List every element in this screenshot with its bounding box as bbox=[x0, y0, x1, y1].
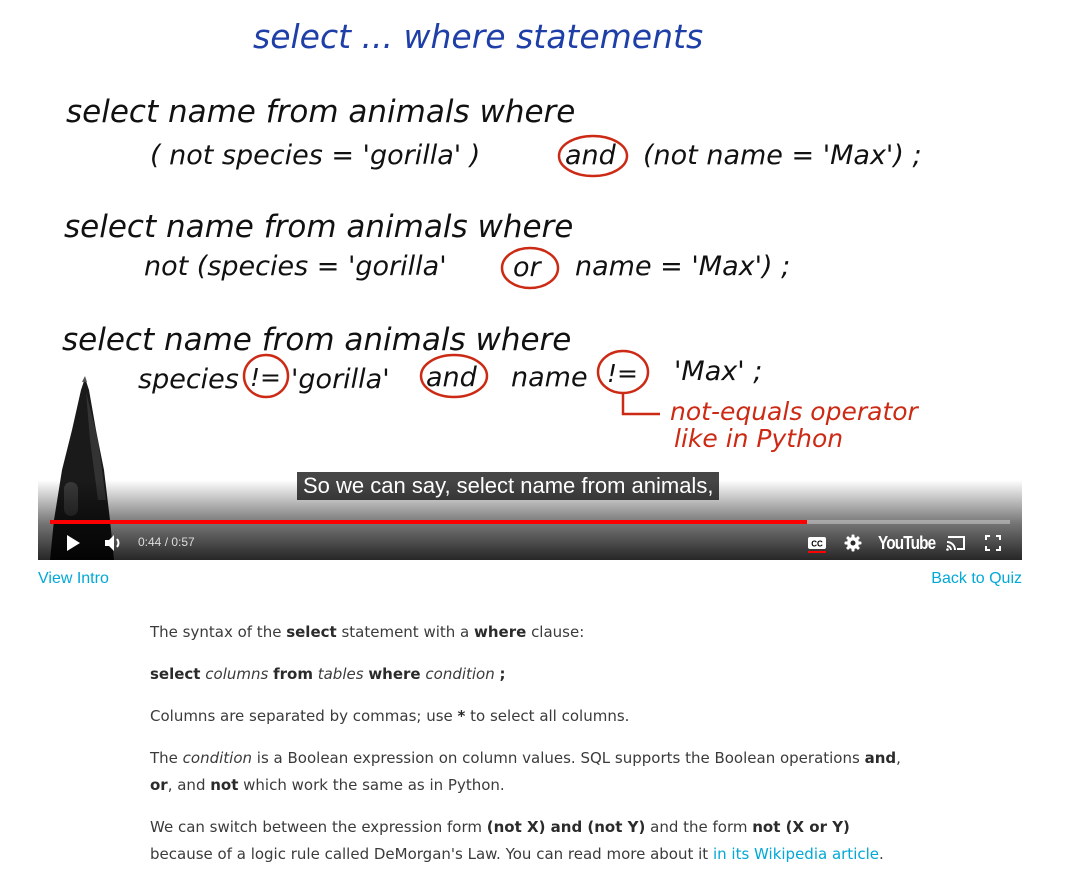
board-query2-part2: name = 'Max') ; bbox=[575, 251, 790, 282]
gear-icon bbox=[844, 534, 862, 552]
text: statement with a bbox=[336, 623, 475, 641]
text: which work the same as in Python. bbox=[238, 776, 505, 794]
svg-text:CC: CC bbox=[811, 540, 823, 549]
text: Columns are separated by commas; use bbox=[150, 707, 458, 725]
text: We can switch between the expression for… bbox=[150, 818, 487, 836]
board-query3-max: 'Max' ; bbox=[674, 356, 762, 387]
keyword-select: select bbox=[286, 623, 337, 641]
fullscreen-icon bbox=[985, 535, 1001, 551]
expression-form-2: not (X or Y) bbox=[752, 818, 850, 836]
syntax-intro-paragraph: The syntax of the select statement with … bbox=[150, 619, 910, 646]
keyword-or: or bbox=[150, 776, 168, 794]
placeholder-condition: condition bbox=[425, 665, 495, 683]
demorgan-paragraph: We can switch between the expression for… bbox=[150, 814, 910, 868]
keyword-from: from bbox=[273, 665, 313, 683]
board-query1-line1: select name from animals where bbox=[66, 94, 575, 130]
lesson-content: The syntax of the select statement with … bbox=[150, 619, 910, 883]
text: clause: bbox=[526, 623, 585, 641]
board-query2-part1: not (species = 'gorilla' bbox=[144, 251, 447, 282]
expression-form-1: (not X) and (not Y) bbox=[486, 818, 646, 836]
board-annotation-arrow bbox=[621, 394, 660, 416]
text: . bbox=[879, 845, 884, 863]
back-to-quiz-link[interactable]: Back to Quiz bbox=[931, 570, 1022, 588]
text: to select all columns. bbox=[465, 707, 630, 725]
subtitles-button[interactable]: CC bbox=[804, 528, 830, 558]
board-title: select ... where statements bbox=[253, 17, 703, 56]
video-player[interactable]: select ... where statements select name … bbox=[38, 0, 1022, 560]
keyword-where: where bbox=[474, 623, 527, 641]
board-query3-ne2: != bbox=[607, 359, 638, 388]
video-caption: So we can say, select name from animals, bbox=[297, 472, 720, 500]
wikipedia-link[interactable]: in its Wikipedia article bbox=[713, 845, 879, 863]
view-intro-link[interactable]: View Intro bbox=[38, 570, 109, 588]
board-query1-part1: ( not species = 'gorilla' ) bbox=[150, 140, 480, 171]
current-time: 0:44 bbox=[138, 535, 162, 549]
columns-paragraph: Columns are separated by commas; use * t… bbox=[150, 703, 910, 730]
placeholder-tables: tables bbox=[317, 665, 364, 683]
video-time-display: 0:44 / 0:57 bbox=[138, 528, 195, 558]
board-query3-line1: select name from animals where bbox=[62, 322, 571, 358]
syntax-template-paragraph: select columns from tables where conditi… bbox=[150, 661, 910, 688]
youtube-logo[interactable]: YouTube bbox=[878, 530, 936, 556]
text: The syntax of the bbox=[150, 623, 287, 641]
video-progress-bar[interactable] bbox=[50, 520, 1010, 524]
mute-button[interactable] bbox=[100, 528, 128, 558]
condition-paragraph: The condition is a Boolean expression on… bbox=[150, 745, 910, 799]
video-progress-played bbox=[50, 520, 808, 524]
cast-icon bbox=[946, 536, 965, 551]
player-controls: 0:44 / 0:57 CC YouTube bbox=[38, 528, 1022, 558]
play-icon bbox=[67, 535, 80, 551]
fullscreen-button[interactable] bbox=[980, 528, 1006, 558]
keyword-and: and bbox=[864, 749, 897, 767]
settings-button[interactable] bbox=[840, 528, 866, 558]
board-query3-ne1: != bbox=[250, 363, 281, 392]
board-note-line1: not-equals operator bbox=[670, 397, 920, 426]
semicolon: ; bbox=[499, 665, 506, 683]
board-query3-gorilla: 'gorilla' bbox=[291, 364, 390, 395]
keyword-not: not bbox=[210, 776, 239, 794]
closed-captions-icon: CC bbox=[808, 537, 826, 553]
cast-button[interactable] bbox=[942, 528, 970, 558]
board-query3-name: name bbox=[511, 362, 588, 393]
text: and the form bbox=[645, 818, 753, 836]
text: because of a logic rule called DeMorgan'… bbox=[150, 845, 713, 863]
play-button[interactable] bbox=[60, 528, 86, 558]
board-query2-line1: select name from animals where bbox=[64, 209, 573, 245]
text: The bbox=[150, 749, 183, 767]
text: , and bbox=[167, 776, 211, 794]
board-query1-part2: (not name = 'Max') ; bbox=[643, 140, 922, 171]
keyword-where: where bbox=[368, 665, 421, 683]
text: , bbox=[896, 749, 901, 767]
time-separator: / bbox=[161, 535, 172, 549]
board-query2-or: or bbox=[513, 252, 543, 283]
board-query1-and: and bbox=[565, 140, 617, 171]
board-query3-species: species bbox=[138, 364, 239, 395]
keyword-select: select bbox=[150, 665, 201, 683]
placeholder-condition: condition bbox=[182, 749, 253, 767]
board-query3-and: and bbox=[426, 362, 478, 393]
volume-icon bbox=[105, 535, 120, 551]
placeholder-columns: columns bbox=[205, 665, 269, 683]
board-note-line2: like in Python bbox=[674, 424, 843, 453]
text: is a Boolean expression on column values… bbox=[252, 749, 865, 767]
duration: 0:57 bbox=[171, 535, 195, 549]
